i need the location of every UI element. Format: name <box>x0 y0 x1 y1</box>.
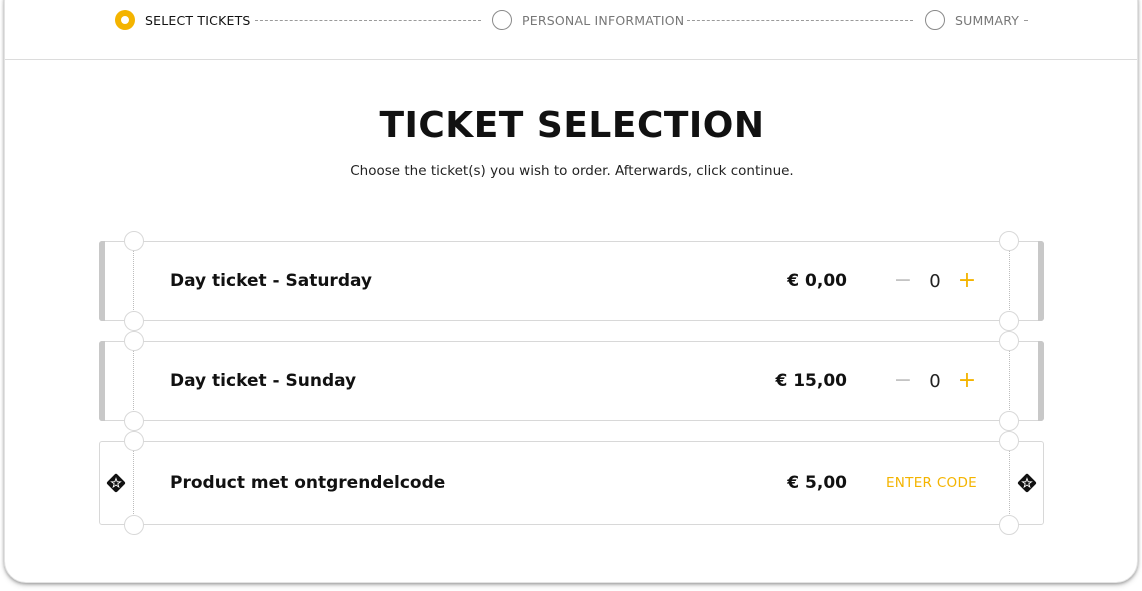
enter-code-button[interactable]: ENTER CODE <box>886 442 977 524</box>
step-connector <box>1024 20 1028 21</box>
step-inactive-indicator-icon <box>925 10 945 30</box>
decrease-quantity-button[interactable]: − <box>893 370 913 392</box>
increase-quantity-button[interactable]: + <box>957 370 977 392</box>
ticket-notch <box>999 411 1019 431</box>
step-active-indicator-icon <box>115 10 135 30</box>
ticket-name: Day ticket - Saturday <box>170 271 373 291</box>
ticket-notch <box>999 331 1019 351</box>
step-personal-information[interactable]: PERSONAL INFORMATION <box>492 10 684 30</box>
locked-ticket-icon <box>1017 473 1037 493</box>
ticket-price: € 15,00 <box>775 371 847 391</box>
step-connector <box>255 20 481 21</box>
ticket-edge <box>99 341 105 421</box>
ticket-edge <box>1038 341 1044 421</box>
page-title: TICKET SELECTION <box>379 105 765 146</box>
step-label: PERSONAL INFORMATION <box>522 12 685 28</box>
ticket-notch <box>999 431 1019 451</box>
step-select-tickets[interactable]: SELECT TICKETS <box>115 10 251 30</box>
ticket-name: Product met ontgrendelcode <box>170 473 446 493</box>
step-inactive-indicator-icon <box>492 10 512 30</box>
ticket-notch <box>124 515 144 535</box>
ticket-price: € 5,00 <box>787 473 847 493</box>
step-summary[interactable]: SUMMARY <box>925 10 1019 30</box>
ticket-perforation <box>133 250 134 312</box>
ticket-notch <box>124 311 144 331</box>
ticket-edge <box>99 241 105 321</box>
ticket-notch <box>999 231 1019 251</box>
quantity-value: 0 <box>929 270 941 292</box>
ticket-notch <box>124 231 144 251</box>
checkout-stepper: SELECT TICKETS PERSONAL INFORMATION SUMM… <box>5 1 1137 60</box>
decrease-quantity-button[interactable]: − <box>893 270 913 292</box>
increase-quantity-button[interactable]: + <box>957 270 977 292</box>
ticket-perforation <box>1009 250 1010 312</box>
ticket-notch <box>124 411 144 431</box>
quantity-stepper: − 0 + <box>893 242 977 320</box>
ticket-perforation <box>133 350 134 412</box>
ticket-row-saturday: Day ticket - Saturday € 0,00 − 0 + <box>99 231 1044 331</box>
ticket-perforation <box>1009 350 1010 412</box>
ticket-row-unlock-code: Product met ontgrendelcode € 5,00 ENTER … <box>99 431 1044 535</box>
ticket-perforation <box>1009 450 1010 516</box>
ticket-card: SELECT TICKETS PERSONAL INFORMATION SUMM… <box>4 0 1138 583</box>
page-subtitle: Choose the ticket(s) you wish to order. … <box>350 163 794 179</box>
ticket-notch <box>124 431 144 451</box>
step-label: SUMMARY <box>955 12 1020 28</box>
ticket-edge <box>1038 241 1044 321</box>
ticket-price: € 0,00 <box>787 271 847 291</box>
quantity-stepper: − 0 + <box>893 342 977 420</box>
ticket-notch <box>124 331 144 351</box>
ticket-name: Day ticket - Sunday <box>170 371 357 391</box>
step-connector <box>687 20 913 21</box>
ticket-row-sunday: Day ticket - Sunday € 15,00 − 0 + <box>99 331 1044 431</box>
step-label: SELECT TICKETS <box>145 12 251 28</box>
quantity-value: 0 <box>929 370 941 392</box>
ticket-notch <box>999 311 1019 331</box>
ticket-notch <box>999 515 1019 535</box>
locked-ticket-icon <box>106 473 126 493</box>
ticket-perforation <box>133 450 134 516</box>
